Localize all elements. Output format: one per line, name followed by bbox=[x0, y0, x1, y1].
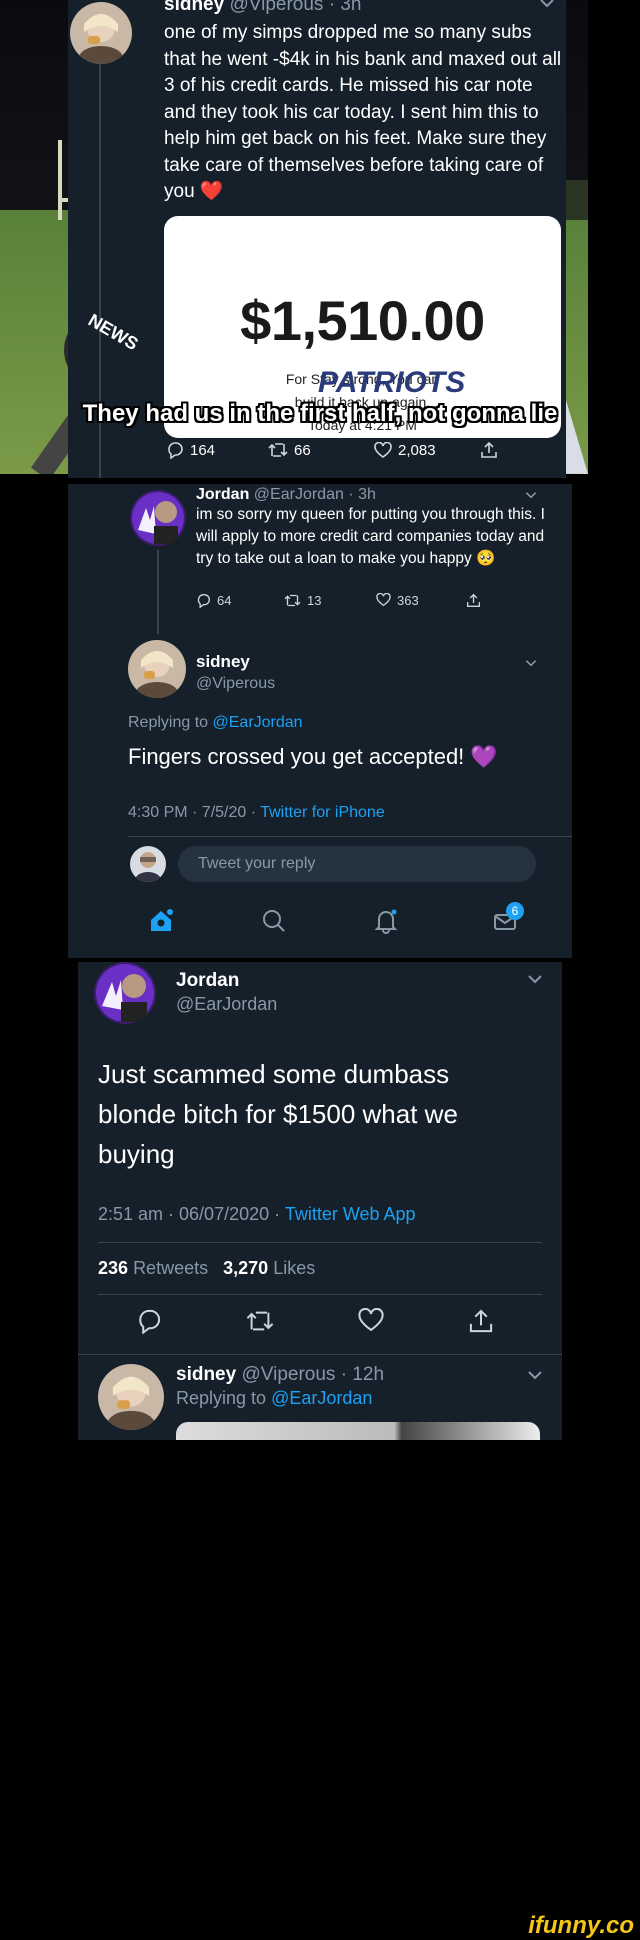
avatar[interactable] bbox=[70, 2, 132, 64]
retweet-icon[interactable] bbox=[246, 1308, 274, 1334]
timestamp: · 3h bbox=[348, 486, 376, 503]
display-name[interactable]: Jordan bbox=[196, 486, 249, 503]
chevron-down-icon[interactable] bbox=[538, 0, 556, 12]
chevron-down-icon[interactable] bbox=[526, 1366, 544, 1384]
divider bbox=[78, 1354, 562, 1355]
retweet-icon bbox=[284, 594, 301, 606]
handle[interactable]: @Viperous bbox=[229, 0, 323, 15]
reply-icon[interactable] bbox=[136, 1308, 162, 1334]
like-count: 363 bbox=[397, 592, 419, 608]
bottom-tab-bar: 6 bbox=[68, 894, 572, 954]
likes-count[interactable]: 3,270 bbox=[223, 1258, 268, 1278]
reply-icon bbox=[197, 593, 210, 608]
like-button[interactable]: 363 bbox=[376, 593, 419, 608]
tweet-header: Jordan @EarJordan · 3h bbox=[196, 486, 376, 504]
avatar[interactable] bbox=[128, 640, 186, 698]
tweet-text: Just scammed some dumbass blonde bitch f… bbox=[98, 1059, 458, 1169]
share-icon[interactable] bbox=[468, 1308, 494, 1334]
reply-icon bbox=[168, 442, 183, 459]
handle[interactable]: @EarJordan bbox=[176, 994, 277, 1015]
attached-image-preview[interactable] bbox=[176, 1422, 540, 1440]
source-link[interactable]: Twitter for iPhone bbox=[260, 804, 385, 821]
avatar[interactable] bbox=[98, 1364, 164, 1430]
tweet-scam-confession: Jordan @EarJordan Just scammed some dumb… bbox=[78, 962, 562, 1440]
tweet-detail-screen: Jordan @EarJordan · 3h im so sorry my qu… bbox=[68, 484, 572, 958]
display-name[interactable]: Jordan bbox=[176, 970, 239, 992]
chevron-down-icon[interactable] bbox=[526, 970, 544, 988]
thread-line bbox=[157, 550, 159, 634]
timestamp: 4:30 PM · 7/5/20 · bbox=[128, 804, 257, 821]
likes-label[interactable]: Likes bbox=[273, 1258, 315, 1278]
reply-button[interactable]: 64 bbox=[196, 593, 231, 608]
retweet-button[interactable]: 66 bbox=[268, 441, 311, 459]
ifunny-watermark: ifunny.co bbox=[528, 1912, 634, 1939]
engagement-stats: 236 Retweets 3,270 Likes bbox=[98, 1258, 315, 1279]
tweet-text: Fingers crossed you get accepted! 💜 bbox=[128, 744, 498, 769]
handle[interactable]: @Viperous bbox=[196, 675, 275, 693]
display-name[interactable]: sidney bbox=[164, 0, 224, 15]
heart-icon bbox=[376, 593, 391, 607]
like-button[interactable]: 2,083 bbox=[374, 441, 436, 459]
avatar[interactable] bbox=[130, 490, 186, 546]
reply-count: 64 bbox=[217, 592, 232, 608]
handle[interactable]: @Viperous bbox=[241, 1364, 335, 1385]
display-name[interactable]: sidney bbox=[176, 1364, 236, 1385]
timestamp: 2:51 am · 06/07/2020 · bbox=[98, 1204, 281, 1224]
timestamp: · 3h bbox=[328, 0, 362, 15]
retweets-count[interactable]: 236 bbox=[98, 1258, 128, 1278]
tweet-meta: 2:51 am · 06/07/2020 · Twitter Web App bbox=[98, 1204, 416, 1225]
replying-to: Replying to @EarJordan bbox=[176, 1388, 372, 1409]
chevron-down-icon[interactable] bbox=[524, 488, 538, 502]
chevron-down-icon[interactable] bbox=[524, 656, 538, 670]
retweet-icon bbox=[268, 443, 288, 457]
avatar[interactable] bbox=[94, 962, 156, 1024]
retweet-count: 66 bbox=[294, 441, 311, 459]
jersey-text: PATRIOTS bbox=[318, 366, 466, 399]
notifications-icon[interactable] bbox=[373, 908, 399, 934]
tweet-actions bbox=[78, 1308, 562, 1338]
heart-icon[interactable] bbox=[358, 1308, 384, 1333]
heart-icon bbox=[374, 441, 392, 458]
meme-caption: They had us in the first half, not gonna… bbox=[82, 400, 558, 427]
retweets-label[interactable]: Retweets bbox=[133, 1258, 208, 1278]
reply-placeholder: Tweet your reply bbox=[198, 855, 316, 872]
replying-to-link[interactable]: @EarJordan bbox=[213, 714, 303, 731]
retweet-button[interactable]: 13 bbox=[284, 593, 321, 608]
replying-prefix: Replying to bbox=[128, 714, 209, 731]
reply-button[interactable]: 164 bbox=[166, 441, 215, 459]
display-name[interactable]: sidney bbox=[196, 652, 250, 672]
home-icon[interactable] bbox=[148, 908, 174, 934]
share-icon[interactable] bbox=[466, 593, 481, 608]
replying-to: Replying to @EarJordan bbox=[128, 714, 303, 732]
notification-badge: 6 bbox=[506, 902, 524, 920]
timestamp: · 12h bbox=[340, 1364, 385, 1385]
replying-to-link[interactable]: @EarJordan bbox=[271, 1388, 372, 1408]
search-icon[interactable] bbox=[261, 908, 287, 934]
like-count: 2,083 bbox=[398, 441, 436, 459]
tweet-header: sidney @Viperous · 12h bbox=[176, 1364, 384, 1386]
retweet-count: 13 bbox=[307, 592, 322, 608]
share-icon[interactable] bbox=[480, 441, 498, 459]
divider bbox=[98, 1294, 542, 1295]
source-link[interactable]: Twitter Web App bbox=[285, 1204, 416, 1224]
reply-count: 164 bbox=[190, 441, 216, 459]
divider bbox=[128, 836, 572, 837]
divider bbox=[98, 1242, 542, 1243]
tweet-meta: 4:30 PM · 7/5/20 · Twitter for iPhone bbox=[128, 804, 385, 822]
my-avatar[interactable] bbox=[130, 846, 166, 882]
tweet-header: sidney @Viperous · 3h bbox=[164, 0, 361, 16]
tweet-text: one of my simps dropped me so many subs … bbox=[164, 22, 562, 202]
messages-tab[interactable]: 6 bbox=[492, 902, 524, 939]
replying-prefix: Replying to bbox=[176, 1388, 267, 1408]
handle[interactable]: @EarJordan bbox=[254, 486, 344, 503]
reply-input[interactable]: Tweet your reply bbox=[178, 846, 536, 882]
payment-amount: $1,510.00 bbox=[240, 289, 485, 352]
tweet-text: im so sorry my queen for putting you thr… bbox=[196, 506, 545, 567]
